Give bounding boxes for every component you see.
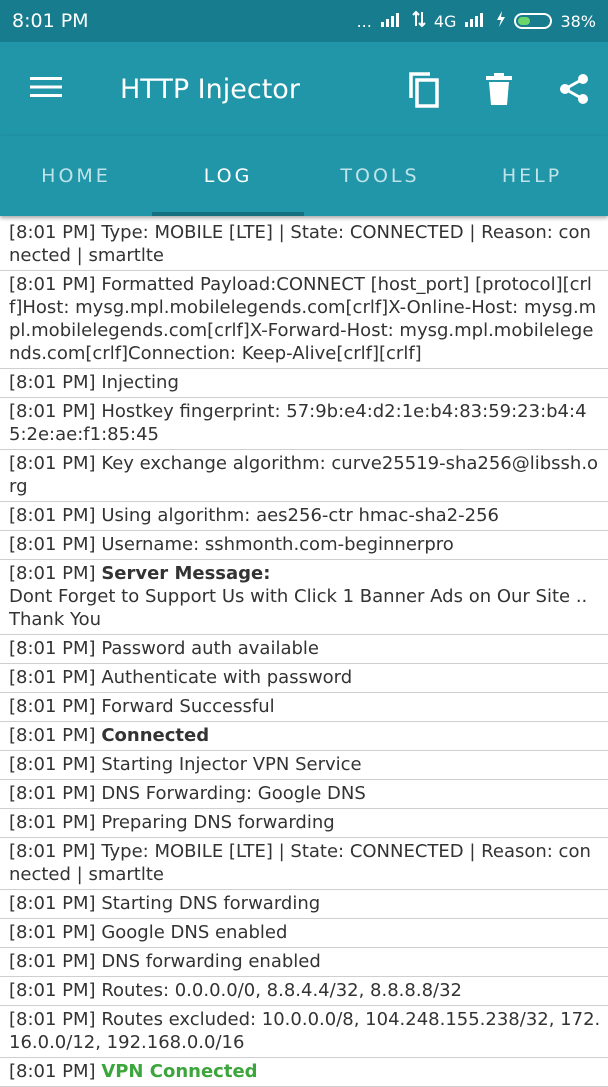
log-message: Key exchange algorithm: curve25519-sha25…	[9, 453, 599, 497]
log-timestamp: [8:01 PM]	[9, 401, 96, 422]
battery-fill	[518, 17, 530, 25]
charging-icon	[496, 11, 506, 31]
tab-help[interactable]: HELP	[456, 136, 608, 216]
log-timestamp: [8:01 PM]	[9, 841, 96, 862]
log-row: [8:01 PM] Preparing DNS forwarding	[0, 809, 608, 838]
log-timestamp: [8:01 PM]	[9, 534, 96, 555]
tab-home[interactable]: HOME	[0, 136, 152, 216]
log-timestamp: [8:01 PM]	[9, 922, 96, 943]
copy-icon[interactable]	[406, 70, 440, 108]
battery-icon	[514, 13, 553, 29]
log-timestamp: [8:01 PM]	[9, 696, 96, 717]
log-timestamp: [8:01 PM]	[9, 505, 96, 526]
log-message: Starting Injector VPN Service	[101, 754, 362, 775]
log-timestamp: [8:01 PM]	[9, 667, 96, 688]
notification-dots: ...	[356, 11, 372, 31]
log-row: [8:01 PM] Password auth available	[0, 635, 608, 664]
log-message: Injecting	[101, 372, 179, 393]
log-timestamp: [8:01 PM]	[9, 951, 96, 972]
log-timestamp: [8:01 PM]	[9, 222, 96, 243]
app-toolbar: HTTP Injector	[0, 42, 608, 136]
log-message: Type: MOBILE [LTE] | State: CONNECTED | …	[9, 222, 591, 266]
log-timestamp: [8:01 PM]	[9, 1009, 96, 1030]
log-row: [8:01 PM] Routes excluded: 10.0.0.0/8, 1…	[0, 1006, 608, 1058]
log-message: Hostkey fingerprint: 57:9b:e4:d2:1e:b4:8…	[9, 401, 587, 445]
log-bold-text: Connected	[101, 725, 210, 746]
tab-tools[interactable]: TOOLS	[304, 136, 456, 216]
log-message: Routes: 0.0.0.0/0, 8.8.4.4/32, 8.8.8.8/3…	[101, 980, 462, 1001]
log-message: Password auth available	[101, 638, 319, 659]
delete-icon[interactable]	[486, 73, 512, 105]
log-row: [8:01 PM] Injecting	[0, 369, 608, 398]
signal-icon-2	[464, 11, 488, 31]
log-row: [8:01 PM] Connected	[0, 722, 608, 751]
log-bold-text: Server Message:	[101, 563, 271, 584]
network-type: 4G	[433, 11, 457, 31]
log-row: [8:01 PM] Using algorithm: aes256-ctr hm…	[0, 502, 608, 531]
status-time: 8:01 PM	[12, 10, 89, 32]
log-timestamp: [8:01 PM]	[9, 893, 96, 914]
log-row: [8:01 PM] Hostkey fingerprint: 57:9b:e4:…	[0, 398, 608, 450]
log-timestamp: [8:01 PM]	[9, 274, 96, 295]
log-message: Starting DNS forwarding	[101, 893, 321, 914]
battery-percent: 38%	[560, 11, 596, 31]
log-timestamp: [8:01 PM]	[9, 783, 96, 804]
log-message: Dont Forget to Support Us with Click 1 B…	[9, 586, 588, 630]
log-timestamp: [8:01 PM]	[9, 453, 96, 474]
log-message: Routes excluded: 10.0.0.0/8, 104.248.155…	[9, 1009, 601, 1053]
log-list[interactable]: [8:01 PM] Type: MOBILE [LTE] | State: CO…	[0, 216, 608, 1087]
log-row: [8:01 PM] Authenticate with password	[0, 664, 608, 693]
log-timestamp: [8:01 PM]	[9, 812, 96, 833]
log-row: [8:01 PM] Username: sshmonth.com-beginne…	[0, 531, 608, 560]
log-timestamp: [8:01 PM]	[9, 1061, 96, 1082]
log-row: [8:01 PM] Type: MOBILE [LTE] | State: CO…	[0, 216, 608, 271]
log-row: [8:01 PM] DNS forwarding enabled	[0, 948, 608, 977]
tab-log[interactable]: LOG	[152, 136, 304, 216]
share-icon[interactable]	[558, 73, 590, 105]
log-row: [8:01 PM] DNS Forwarding: Google DNS	[0, 780, 608, 809]
log-row: [8:01 PM] Formatted Payload:CONNECT [hos…	[0, 271, 608, 369]
log-message: Formatted Payload:CONNECT [host_port] [p…	[9, 274, 597, 364]
log-row: [8:01 PM] Routes: 0.0.0.0/0, 8.8.4.4/32,…	[0, 977, 608, 1006]
tab-bar: HOME LOG TOOLS HELP	[0, 136, 608, 216]
log-message: Type: MOBILE [LTE] | State: CONNECTED | …	[9, 841, 591, 885]
status-icons: ... 4G 38%	[357, 10, 596, 32]
menu-icon[interactable]	[30, 75, 62, 103]
log-row: [8:01 PM] Google DNS enabled	[0, 919, 608, 948]
log-message: Authenticate with password	[101, 667, 353, 688]
log-row: [8:01 PM] VPN Connected	[0, 1058, 608, 1087]
log-message: DNS forwarding enabled	[101, 951, 321, 972]
log-message: Username: sshmonth.com-beginnerpro	[101, 534, 454, 555]
log-message: Using algorithm: aes256-ctr hmac-sha2-25…	[101, 505, 499, 526]
log-row: [8:01 PM] Starting Injector VPN Service	[0, 751, 608, 780]
log-row: [8:01 PM] Type: MOBILE [LTE] | State: CO…	[0, 838, 608, 890]
log-message: Forward Successful	[101, 696, 275, 717]
log-timestamp: [8:01 PM]	[9, 372, 96, 393]
app-title: HTTP Injector	[120, 73, 300, 105]
log-message: Google DNS enabled	[101, 922, 288, 943]
log-row: [8:01 PM] Forward Successful	[0, 693, 608, 722]
data-transfer-icon	[412, 10, 426, 32]
log-timestamp: [8:01 PM]	[9, 638, 96, 659]
log-message: Preparing DNS forwarding	[101, 812, 335, 833]
log-timestamp: [8:01 PM]	[9, 563, 96, 584]
log-message: DNS Forwarding: Google DNS	[101, 783, 366, 804]
log-timestamp: [8:01 PM]	[9, 725, 96, 746]
log-row: [8:01 PM] Key exchange algorithm: curve2…	[0, 450, 608, 502]
log-timestamp: [8:01 PM]	[9, 980, 96, 1001]
log-row: [8:01 PM] Server Message: Dont Forget to …	[0, 560, 608, 635]
status-bar: 8:01 PM ... 4G 38%	[0, 0, 608, 42]
log-timestamp: [8:01 PM]	[9, 754, 96, 775]
signal-icon	[380, 11, 404, 31]
log-success-text: VPN Connected	[101, 1061, 258, 1082]
log-row: [8:01 PM] Starting DNS forwarding	[0, 890, 608, 919]
